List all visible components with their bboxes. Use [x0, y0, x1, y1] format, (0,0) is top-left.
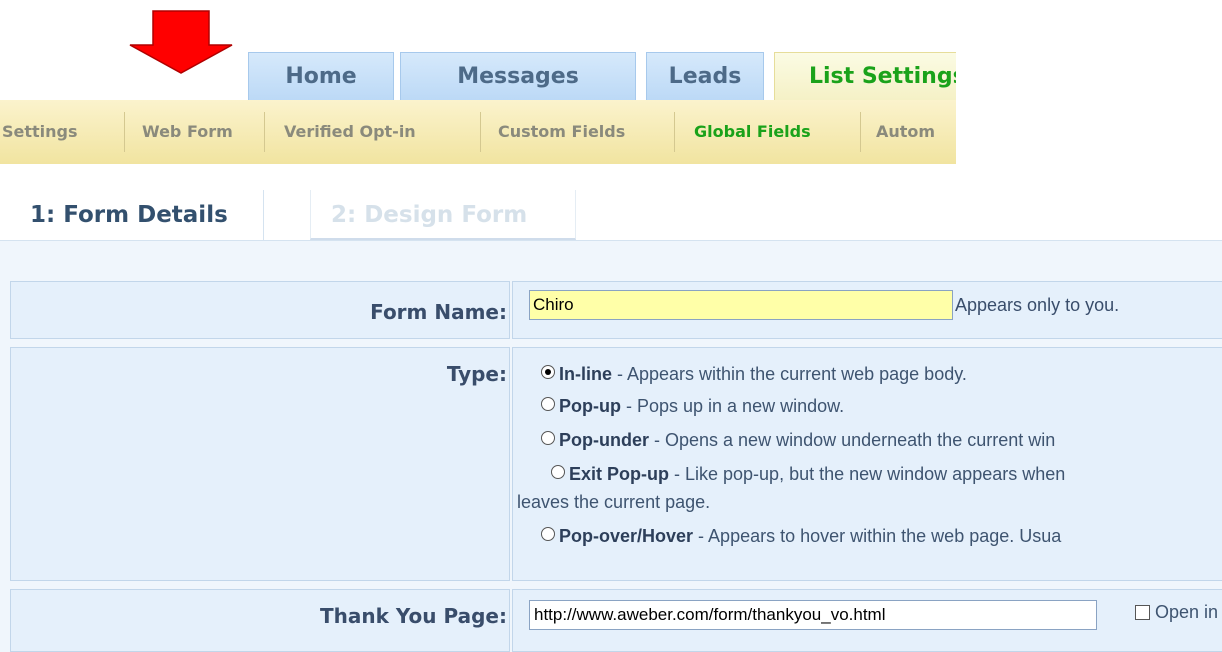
- subtab-divider: [674, 112, 675, 152]
- type-options-cell: In-line - Appears within the current web…: [512, 347, 1222, 581]
- open-in-label: Open in: [1155, 602, 1219, 622]
- form-name-input[interactable]: Chiro: [529, 290, 953, 320]
- main-tabs: Home Messages Leads List Settings: [248, 52, 956, 100]
- type-row: Type: In-line - Appears within the curre…: [10, 347, 1222, 581]
- thankyou-row: Thank You Page: http://www.aweber.com/fo…: [10, 589, 1222, 652]
- subtab-settings[interactable]: Settings: [2, 100, 78, 164]
- type-option-exit-popup[interactable]: Exit Pop-up - Like pop-up, but the new w…: [551, 464, 1065, 485]
- radio-popup[interactable]: [541, 397, 555, 411]
- form-panel: Form Name: Chiro Appears only to you. Ty…: [0, 241, 1222, 652]
- step-design-form[interactable]: 2: Design Form: [310, 190, 576, 240]
- type-option-popover[interactable]: Pop-over/Hover - Appears to hover within…: [541, 526, 1061, 547]
- subtab-divider: [264, 112, 265, 152]
- subtab-autom[interactable]: Autom: [876, 100, 935, 164]
- form-name-label-cell: Form Name:: [10, 281, 510, 339]
- tab-leads[interactable]: Leads: [646, 52, 764, 100]
- thankyou-label: Thank You Page:: [320, 604, 507, 628]
- type-option-popunder[interactable]: Pop-under - Opens a new window underneat…: [541, 430, 1055, 451]
- type-option-exit-popup-desc2: leaves the current page.: [517, 492, 711, 512]
- type-option-popup[interactable]: Pop-up - Pops up in a new window.: [541, 396, 844, 417]
- radio-popunder[interactable]: [541, 431, 555, 445]
- subtab-global-fields[interactable]: Global Fields: [694, 100, 811, 164]
- type-label-cell: Type:: [10, 347, 510, 581]
- step-form-details[interactable]: 1: Form Details: [0, 190, 264, 240]
- thankyou-url-input[interactable]: http://www.aweber.com/form/thankyou_vo.h…: [529, 600, 1097, 630]
- form-name-hint: Appears only to you.: [955, 295, 1120, 315]
- subtab-custom-fields[interactable]: Custom Fields: [498, 100, 625, 164]
- tab-home[interactable]: Home: [248, 52, 394, 100]
- type-option-inline[interactable]: In-line - Appears within the current web…: [541, 364, 967, 385]
- radio-exit-popup[interactable]: [551, 465, 565, 479]
- open-in-checkbox[interactable]: [1135, 605, 1150, 620]
- subtab-divider: [860, 112, 861, 152]
- subtab-divider: [124, 112, 125, 152]
- tab-list-settings[interactable]: List Settings: [774, 52, 956, 100]
- thankyou-value-cell: http://www.aweber.com/form/thankyou_vo.h…: [512, 589, 1222, 652]
- sub-tabs: Settings Web Form Verified Opt-in Custom…: [0, 100, 956, 164]
- form-name-value-cell: Chiro Appears only to you.: [512, 281, 1222, 339]
- type-label: Type:: [446, 362, 507, 386]
- red-down-arrow-icon: [129, 10, 233, 74]
- thankyou-label-cell: Thank You Page:: [10, 589, 510, 652]
- radio-popover[interactable]: [541, 527, 555, 541]
- form-name-label: Form Name:: [370, 300, 507, 324]
- subtab-web-form[interactable]: Web Form: [142, 100, 233, 164]
- subtab-divider: [480, 112, 481, 152]
- tab-messages[interactable]: Messages: [400, 52, 636, 100]
- radio-inline[interactable]: [541, 365, 555, 379]
- form-name-row: Form Name: Chiro Appears only to you.: [10, 281, 1222, 339]
- subtab-verified-opt-in[interactable]: Verified Opt-in: [284, 100, 416, 164]
